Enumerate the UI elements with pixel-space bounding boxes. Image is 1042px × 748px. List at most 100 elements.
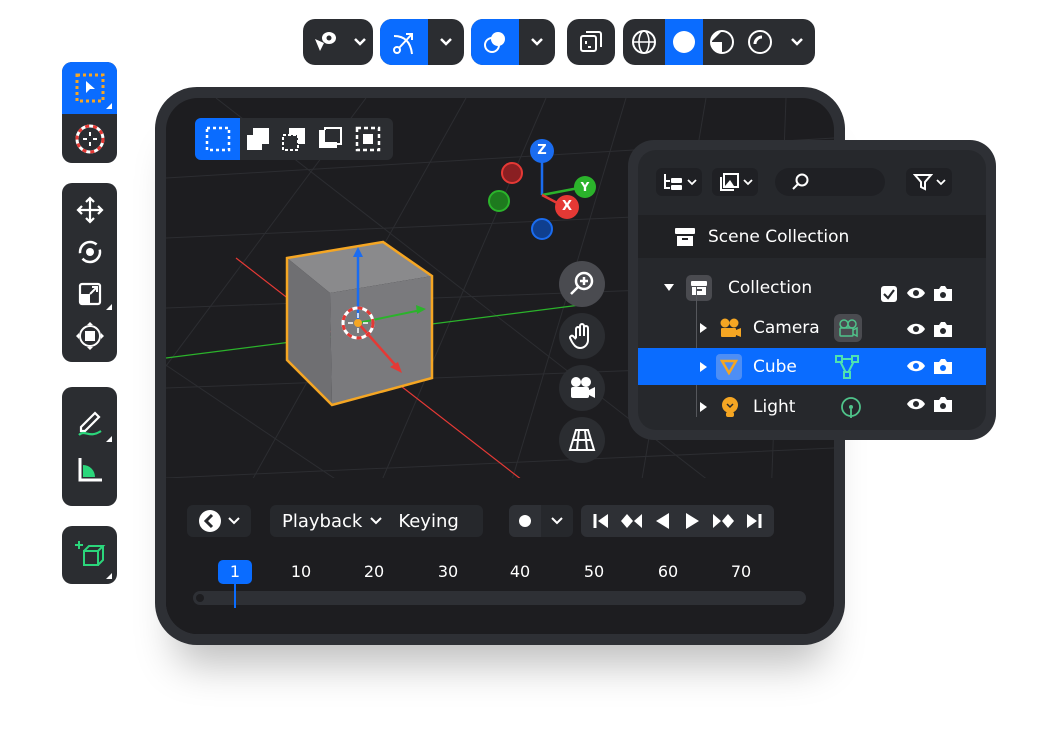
playback-menu[interactable]: Playback [282,511,362,532]
expand-arrow-right-icon[interactable] [700,361,708,372]
zoom-button[interactable] [559,261,605,307]
next-keyframe-icon[interactable] [711,512,735,530]
annotate-tool[interactable] [62,401,117,447]
clock-icon [199,510,221,532]
view-layer-menu[interactable] [712,168,758,196]
light-bulb-icon [722,397,738,417]
pan-button[interactable] [559,313,605,359]
transform-tool[interactable] [62,315,117,357]
move-tool[interactable] [62,189,117,231]
subtract-selection-icon [282,128,305,151]
material-preview-icon[interactable] [703,19,741,65]
scrubber-handle[interactable] [196,594,204,602]
search-icon [792,173,809,190]
chevron-down-icon[interactable] [428,19,464,65]
wireframe-globe-icon[interactable] [623,19,665,65]
light-data-icon[interactable] [839,395,863,419]
image-layers-icon [719,173,739,191]
chevron-down-icon [742,178,753,185]
invert-selection-icon [319,127,342,148]
overlay-circles-icon[interactable] [471,19,519,65]
perspective-toggle[interactable] [559,417,605,463]
cube-object[interactable] [276,233,446,413]
shading-menu[interactable] [623,19,815,65]
render-camera-icon[interactable] [933,395,953,413]
select-mode-intersect[interactable] [348,118,388,160]
search-input[interactable] [775,168,885,196]
extend-selection-icon [247,128,269,150]
measure-icon [78,458,102,482]
filter-menu[interactable] [906,168,952,196]
transform-curve-icon[interactable] [380,19,428,65]
select-box-tool[interactable] [62,62,117,114]
prev-keyframe-icon[interactable] [620,512,644,530]
mesh-data-icon[interactable] [834,354,859,379]
view-menu[interactable] [303,19,373,65]
expand-arrow-down-icon[interactable] [664,284,674,292]
collection-box-icon [675,227,695,246]
camera-icon [571,377,595,398]
auto-keying-toggle[interactable] [509,505,573,537]
expand-arrow-right-icon[interactable] [700,323,708,333]
overlay-menu[interactable] [471,19,555,65]
camera-view-button[interactable] [559,365,605,411]
render-camera-icon[interactable] [933,320,953,338]
cursor-tool[interactable] [62,114,117,163]
rendered-shading-icon[interactable] [741,19,779,65]
intersect-selection-icon [355,126,381,152]
timeline-panel [166,480,834,634]
annotate-pencil-icon [77,411,102,436]
outliner-row-scene-collection[interactable]: Scene Collection [638,215,986,258]
rotate-tool[interactable] [62,231,117,273]
scale-tool[interactable] [62,273,117,315]
eye-icon[interactable] [906,358,926,374]
transform-tool-group [62,183,117,362]
play-icon[interactable] [683,512,701,530]
jump-end-icon[interactable] [745,512,763,530]
chevron-down-icon[interactable] [541,517,573,525]
select-tool-group [62,62,117,163]
gizmo-x-axis[interactable]: X [555,195,579,219]
add-cube-group [62,526,117,584]
chevron-down-icon [686,178,697,185]
gizmo-y-axis[interactable]: Y [574,176,596,198]
select-mode-new[interactable] [195,118,240,160]
camera-data-icon[interactable] [833,314,862,342]
playhead-line [234,580,236,608]
outliner-panel: Scene Collection Collection Camera Cube … [628,140,996,440]
jump-start-icon[interactable] [592,512,610,530]
display-mode-menu[interactable] [656,168,702,196]
eye-icon[interactable] [906,285,926,301]
render-camera-icon[interactable] [933,284,953,302]
transform-menu[interactable] [380,19,464,65]
render-camera-icon[interactable] [933,357,953,375]
current-frame-indicator[interactable]: 1 [218,560,252,584]
outliner-tree-icon [663,174,682,190]
frame-tick: 70 [730,562,752,581]
measure-tool[interactable] [62,447,117,493]
add-cube-tool[interactable] [62,526,117,584]
rotate-icon [78,240,101,264]
select-mode-subtract[interactable] [276,118,312,160]
keying-menu[interactable]: Keying [398,511,458,532]
play-reverse-icon[interactable] [654,512,672,530]
eye-icon[interactable] [906,321,926,337]
solid-shading-icon[interactable] [665,19,703,65]
eye-icon[interactable] [906,396,926,412]
expand-arrow-right-icon[interactable] [700,402,708,412]
select-mode-extend[interactable] [240,118,276,160]
gizmo-z-axis[interactable]: Z [530,139,554,163]
exclude-checkbox[interactable] [880,285,898,303]
xray-toggle[interactable] [567,19,615,65]
record-icon[interactable] [509,505,541,537]
playback-keying-menus: Playback Keying [270,505,483,537]
editor-type-menu[interactable] [187,505,251,537]
chevron-down-icon[interactable] [519,19,555,65]
select-mode-invert[interactable] [312,118,348,160]
chevron-down-icon[interactable] [779,19,815,65]
chevron-down-icon[interactable] [347,19,373,65]
timeline-scrubber[interactable] [193,591,806,605]
cursor-icon [75,124,104,153]
view-eye-pointer-icon[interactable] [303,19,347,65]
xray-toggle-icon[interactable] [567,19,615,65]
